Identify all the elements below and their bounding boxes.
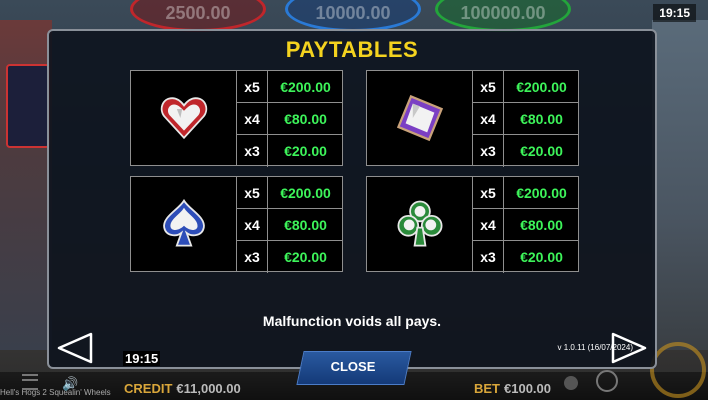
paytable-diamond: x5 €200.00 x4 €80.00 x3 €20.00 [366, 70, 579, 167]
paytable-heart: x5 €200.00 x4 €80.00 x3 €20.00 [130, 70, 343, 167]
bet-value: €100.00 [504, 381, 551, 396]
game-name: Hell's Hogs 2 Squealin' Wheels [0, 388, 111, 397]
payout: €200.00 [516, 78, 567, 95]
payout: €80.00 [284, 216, 327, 233]
payout: €20.00 [284, 143, 327, 159]
paytable-spade: x5 €200.00 x4 €80.00 x3 €20.00 [130, 176, 343, 273]
bet-display: BET €100.00 [474, 381, 551, 396]
payout: €200.00 [516, 184, 567, 201]
background-building-right [652, 20, 708, 350]
payout: €20.00 [284, 249, 327, 265]
payout: €80.00 [284, 110, 327, 127]
paytable-row: x4 €80.00 [473, 209, 579, 241]
diamond-icon [396, 94, 443, 142]
paytable-row: x5 €200.00 [237, 71, 343, 103]
jackpot-green: 100000.00 [435, 0, 571, 32]
paytable-row: x3 €20.00 [473, 135, 579, 167]
paytable-row: x3 €20.00 [473, 241, 579, 273]
multiplier: x5 [237, 71, 268, 102]
credit-label: CREDIT [124, 381, 173, 396]
multiplier: x4 [473, 103, 504, 134]
payout: €200.00 [280, 78, 331, 95]
malfunction-notice: Malfunction voids all pays. [262, 313, 442, 329]
payout: €80.00 [520, 216, 563, 233]
multiplier: x4 [237, 209, 268, 240]
autoplay-icon[interactable] [596, 370, 618, 392]
previous-page-button[interactable] [55, 331, 95, 365]
multiplier: x3 [473, 135, 504, 167]
paytable-row: x5 €200.00 [473, 177, 579, 209]
clock: 19:15 [123, 351, 161, 366]
paytable-club: x5 €200.00 x4 €80.00 x3 €20.00 [366, 176, 579, 273]
paytable-row: x3 €20.00 [237, 135, 343, 167]
menu-icon[interactable] [22, 374, 38, 390]
top-clock: 19:15 [653, 4, 696, 22]
payout: €20.00 [520, 249, 563, 265]
paytable-row: x4 €80.00 [473, 103, 579, 135]
credit-display: CREDIT €11,000.00 [124, 381, 241, 396]
multiplier: x4 [237, 103, 268, 134]
paytable-row: x5 €200.00 [237, 177, 343, 209]
paytable-row: x4 €80.00 [237, 209, 343, 241]
multiplier: x4 [473, 209, 504, 240]
multiplier: x3 [237, 135, 268, 167]
spade-icon [162, 198, 205, 247]
coin-icon[interactable] [564, 376, 578, 390]
modal-title: PAYTABLES [285, 37, 419, 62]
payout: €200.00 [280, 184, 331, 201]
payout: €20.00 [520, 143, 563, 159]
heart-icon [160, 97, 207, 140]
jackpot-displays: 2500.00 10000.00 100000.00 [120, 0, 580, 32]
speaker-icon[interactable]: 🔊 [62, 376, 80, 391]
bet-label: BET [474, 381, 500, 396]
multiplier: x5 [237, 177, 268, 208]
multiplier: x3 [237, 241, 268, 273]
arrow-right-icon [611, 332, 647, 364]
paytable-row: x4 €80.00 [237, 103, 343, 135]
credit-value: €11,000.00 [176, 381, 241, 396]
next-page-button[interactable] [609, 331, 649, 365]
paytable-modal: PAYTABLES x5 €200.00 x4 €80.00 x3 €20.00 x5… [47, 29, 657, 369]
multiplier: x3 [473, 241, 504, 273]
background-sign [6, 64, 50, 148]
payout: €80.00 [520, 110, 563, 127]
close-button[interactable]: CLOSE [300, 351, 406, 383]
multiplier: x5 [473, 177, 504, 208]
paytable-row: x5 €200.00 [473, 71, 579, 103]
jackpot-red: 2500.00 [130, 0, 266, 32]
spin-button[interactable] [650, 342, 706, 398]
paytable-row: x3 €20.00 [237, 241, 343, 273]
jackpot-blue: 10000.00 [285, 0, 421, 32]
arrow-left-icon [57, 332, 93, 364]
club-icon [397, 200, 442, 247]
multiplier: x5 [473, 71, 504, 102]
